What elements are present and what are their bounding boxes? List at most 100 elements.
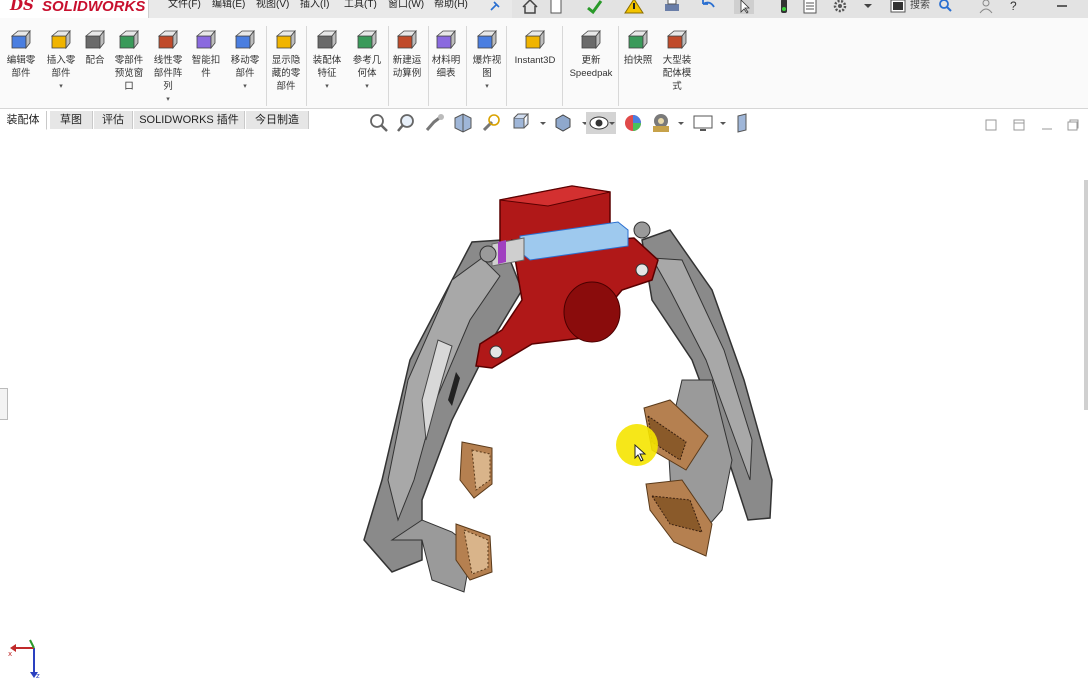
file-properties-icon[interactable] (800, 0, 820, 14)
pin-icon[interactable] (488, 0, 502, 12)
edit-appearance-icon[interactable] (622, 112, 644, 134)
ribbon-cmd-assembly-features[interactable]: 装配体 特征 ▾ (310, 28, 344, 90)
menu-window[interactable]: 窗口(W) (388, 0, 424, 10)
ribbon-cmd-exploded-view[interactable]: 爆炸视 图 ▾ (470, 28, 504, 90)
tab-assembly[interactable]: 装配体 (0, 111, 47, 130)
previous-view-icon[interactable] (424, 112, 446, 134)
ribbon-cmd-bom[interactable]: 材料明 细表 (430, 28, 462, 80)
menu-view[interactable]: 视图(V) (256, 0, 289, 10)
ribbon-cmd-label: 大型装 配体模 式 (662, 55, 692, 92)
view-orientation-icon[interactable] (510, 112, 532, 134)
assembly-features-icon (316, 29, 337, 50)
display-dropdown-icon[interactable] (888, 0, 908, 14)
apply-scene-dropdown-icon[interactable] (672, 112, 694, 134)
instant3d-icon (524, 29, 545, 50)
ribbon-cmd-dropdown-icon[interactable]: ▾ (470, 82, 504, 90)
ribbon-cmd-reference-geometry[interactable]: 参考几 何体 ▾ (350, 28, 384, 90)
ribbon-cmd-linear-pattern[interactable]: 线性零 部件阵 列 ▾ (150, 28, 186, 103)
select-cursor-icon[interactable] (734, 0, 754, 14)
ribbon-cmd-component-preview[interactable]: 零部件 预览窗 口 (112, 28, 146, 93)
search-label[interactable]: 搜索 (910, 0, 930, 11)
solidworks-logo[interactable]: DS SOLIDWORKS (0, 0, 149, 18)
display-style-icon[interactable] (552, 112, 574, 134)
command-tabs: 装配体 草图 评估 SOLIDWORKS 插件 今日制造 (0, 110, 320, 130)
search-icon[interactable] (936, 0, 956, 14)
ribbon-cmd-large-assembly[interactable]: 大型装 配体模 式 (660, 28, 694, 93)
user-icon[interactable] (976, 0, 996, 14)
ribbon-cmd-insert-component[interactable]: 插入零 部件 ▾ (44, 28, 78, 90)
undo-icon[interactable] (698, 0, 718, 14)
ribbon-cmd-label: 线性零 部件阵 列 (153, 55, 183, 92)
ribbon-cmd-label: 新建运 动算例 (392, 55, 422, 79)
new-document-icon[interactable] (546, 0, 566, 14)
menu-file[interactable]: 文件(F) (168, 0, 201, 10)
edit-component-icon (10, 29, 31, 50)
viewport-tile-icon[interactable] (1012, 118, 1026, 132)
menu-help[interactable]: 帮助(H) (434, 0, 468, 10)
ribbon-cmd-speedpak[interactable]: 更新 Speedpak (566, 28, 616, 80)
ribbon-cmd-dropdown-icon[interactable]: ▾ (350, 82, 384, 90)
view-settings-icon[interactable] (692, 112, 714, 134)
menu-tools[interactable]: 工具(T) (344, 0, 377, 10)
viewport-maximize-icon[interactable] (1066, 118, 1080, 132)
left-jaw-arm[interactable] (363, 239, 523, 593)
ribbon-separator (506, 26, 507, 106)
zoom-to-fit-icon[interactable] (368, 112, 390, 134)
svg-text:x: x (8, 650, 12, 658)
warning-icon[interactable] (624, 0, 644, 14)
ribbon-separator (266, 26, 267, 106)
zoom-to-area-icon[interactable] (396, 112, 418, 134)
home-icon[interactable] (520, 0, 540, 14)
svg-text:?: ? (1010, 0, 1017, 13)
ribbon-separator (562, 26, 563, 106)
rebuild-icon[interactable] (584, 0, 604, 14)
ribbon-cmd-label: 爆炸视 图 (472, 55, 502, 79)
ribbon-cmd-dropdown-icon[interactable]: ▾ (44, 82, 78, 90)
dynamic-annotation-icon[interactable] (480, 112, 502, 134)
options-dropdown-icon[interactable] (858, 0, 878, 14)
viewport-restore-icon[interactable] (984, 118, 998, 132)
ribbon-cmd-dropdown-icon[interactable]: ▾ (150, 95, 186, 103)
tab-made-today[interactable]: 今日制造 (246, 111, 309, 129)
ribbon-cmd-new-motion-study[interactable]: 新建运 动算例 (390, 28, 424, 80)
section-view-icon[interactable] (452, 112, 474, 134)
ribbon-cmd-dropdown-icon[interactable]: ▾ (228, 82, 262, 90)
ribbon-cmd-label: 拍快照 (623, 55, 653, 66)
ribbon-cmd-label: 材料明 细表 (431, 55, 461, 79)
ribbon-separator (388, 26, 389, 106)
tab-sketch[interactable]: 草图 (50, 111, 93, 129)
gripper-assembly-model[interactable] (352, 180, 792, 600)
ribbon-cmd-mate[interactable]: 配合 (82, 28, 108, 67)
large-assembly-icon (666, 29, 687, 50)
show-hidden-icon (275, 29, 296, 50)
apply-scene-icon[interactable] (650, 112, 672, 134)
help-icon[interactable]: ? (1004, 0, 1024, 14)
options-gear-icon[interactable] (830, 0, 850, 14)
viewport-minimize-icon[interactable] (1040, 118, 1054, 132)
menu-insert[interactable]: 插入(I) (300, 0, 329, 10)
ribbon-cmd-edit-component[interactable]: 编辑零 部件 (4, 28, 38, 80)
ribbon-separator (466, 26, 467, 106)
tab-solidworks-addins[interactable]: SOLIDWORKS 插件 (134, 111, 245, 129)
new-motion-study-icon (396, 29, 417, 50)
ribbon-cmd-dropdown-icon[interactable]: ▾ (310, 82, 344, 90)
bom-icon (435, 29, 456, 50)
traffic-light-icon[interactable] (774, 0, 794, 14)
print-icon[interactable] (662, 0, 682, 14)
ribbon-cmd-instant3d[interactable]: Instant3D (510, 28, 560, 67)
ribbon-cmd-move-component[interactable]: 移动零 部件 ▾ (228, 28, 262, 90)
tab-evaluate[interactable]: 评估 (94, 111, 133, 129)
hide-show-items-icon[interactable] (586, 112, 616, 134)
feature-manager-flyout-handle[interactable] (0, 388, 8, 420)
ribbon-cmd-snapshot[interactable]: 拍快照 (622, 28, 654, 67)
menu-edit[interactable]: 编辑(E) (212, 0, 245, 10)
insert-component-icon (50, 29, 71, 50)
ribbon-cmd-label: 显示隐 藏的零 部件 (271, 55, 301, 92)
graphics-scrollbar[interactable] (1084, 180, 1088, 410)
ribbon-cmd-label: Instant3D (514, 55, 556, 66)
display-pane-icon[interactable] (732, 112, 754, 134)
left-pad-upper[interactable] (459, 441, 493, 499)
minimize-window-icon[interactable] (1052, 0, 1072, 14)
ribbon-cmd-smart-fasteners[interactable]: 智能扣 件 (190, 28, 222, 80)
ribbon-cmd-show-hidden[interactable]: 显示隐 藏的零 部件 (268, 28, 304, 93)
